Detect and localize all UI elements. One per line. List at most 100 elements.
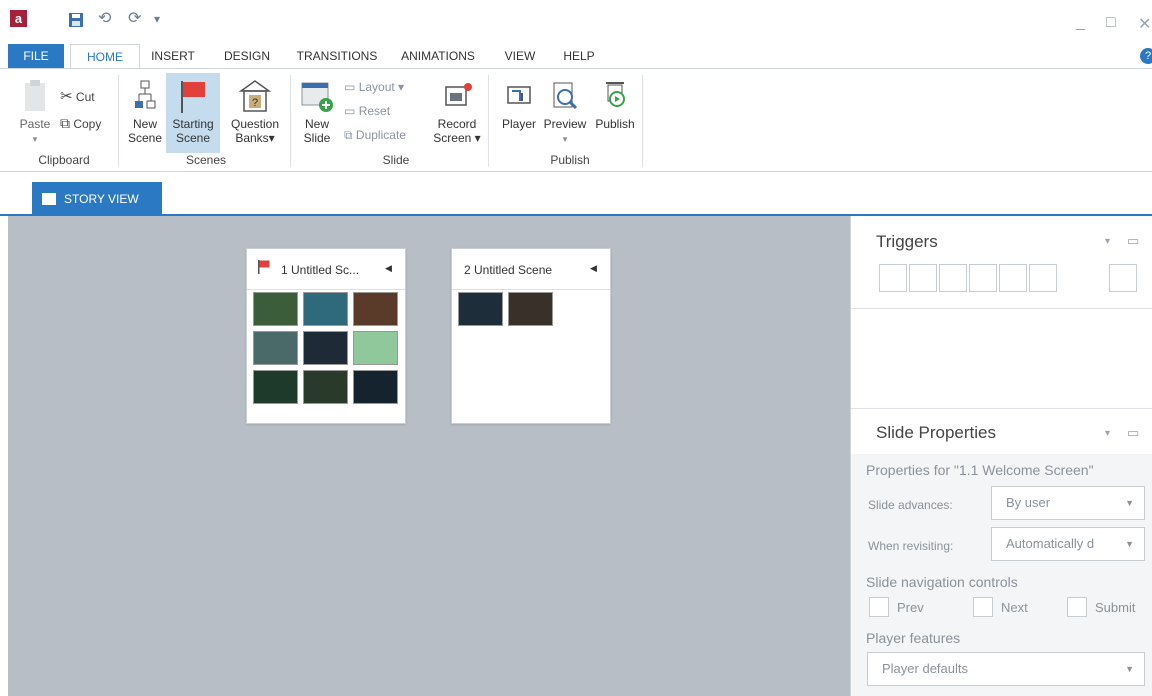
minimize-icon[interactable]: _ bbox=[1076, 14, 1085, 32]
scene-title[interactable]: 2 Untitled Scene bbox=[464, 263, 552, 277]
slide-thumbnail[interactable] bbox=[508, 292, 553, 326]
slide-advances-dropdown[interactable]: By user ▼ bbox=[991, 486, 1145, 520]
tab-home[interactable]: HOME bbox=[70, 44, 140, 68]
move-up-icon[interactable] bbox=[1029, 264, 1057, 292]
tab-help[interactable]: HELP bbox=[556, 44, 602, 68]
tab-animations[interactable]: ANIMATIONS bbox=[394, 44, 482, 68]
scene-card-2[interactable]: 2 Untitled Scene ◀ bbox=[451, 248, 611, 424]
story-view-label: STORY VIEW bbox=[64, 192, 139, 206]
duplicate-icon: ⧉ bbox=[344, 128, 353, 142]
when-revisiting-dropdown[interactable]: Automatically d ▼ bbox=[991, 527, 1145, 561]
slide-thumbnail[interactable] bbox=[253, 331, 298, 365]
tab-transitions[interactable]: TRANSITIONS bbox=[290, 44, 384, 68]
slide-thumbnail[interactable] bbox=[303, 292, 348, 326]
save-icon[interactable] bbox=[68, 12, 84, 28]
slide-thumbnail[interactable] bbox=[303, 370, 348, 404]
paste-button[interactable]: Paste ▾ bbox=[16, 79, 54, 146]
title-bar: a ⟲ ⟳ ▾ _ □ ✕ bbox=[0, 0, 1152, 44]
story-view-tab[interactable]: STORY VIEW bbox=[32, 182, 162, 216]
collapse-icon[interactable]: ◀ bbox=[590, 263, 597, 274]
preview-button[interactable]: Preview ▾ bbox=[542, 79, 588, 146]
slide-thumbnail[interactable] bbox=[353, 370, 398, 404]
variables-icon[interactable] bbox=[1109, 264, 1137, 292]
copy-label: Copy bbox=[73, 117, 102, 131]
preview-label: Preview bbox=[543, 117, 587, 131]
record-screen-icon bbox=[445, 83, 472, 106]
tab-design[interactable]: DESIGN bbox=[216, 44, 278, 68]
collapse-icon[interactable]: ◀ bbox=[385, 263, 392, 274]
duplicate-button[interactable]: ⧉ Duplicate bbox=[344, 125, 406, 145]
panel-menu-icon[interactable]: ▾ bbox=[1105, 428, 1110, 439]
paste-icon bbox=[25, 80, 45, 111]
panel-float-icon[interactable]: ▭ bbox=[1127, 233, 1139, 249]
customize-quick-access-icon[interactable]: ▾ bbox=[154, 12, 160, 26]
player-features-dropdown[interactable]: Player defaults ▼ bbox=[867, 652, 1145, 686]
scene-card-1[interactable]: 1 Untitled Sc... ◀ bbox=[246, 248, 406, 424]
edit-trigger-icon[interactable] bbox=[909, 264, 937, 292]
duplicate-label: Duplicate bbox=[355, 128, 406, 142]
player-features-value: Player defaults bbox=[882, 661, 968, 676]
slide-thumbnail[interactable] bbox=[458, 292, 503, 326]
reset-label: Reset bbox=[358, 104, 391, 118]
right-panel: Triggers ▾ ▭ Slide Properties ▾ ▭ Proper… bbox=[850, 216, 1152, 696]
slide-thumbnail[interactable] bbox=[253, 292, 298, 326]
chevron-down-icon: ▼ bbox=[1125, 539, 1134, 549]
reset-button[interactable]: ▭ Reset bbox=[344, 101, 390, 121]
svg-text:?: ? bbox=[252, 97, 258, 109]
publish-icon bbox=[606, 82, 625, 107]
prev-label: Prev bbox=[897, 600, 924, 615]
tab-view[interactable]: VIEW bbox=[496, 44, 544, 68]
new-slide-icon bbox=[301, 82, 333, 112]
player-button[interactable]: Player bbox=[498, 79, 540, 131]
record-screen-button[interactable]: Record Screen ▾ bbox=[428, 79, 486, 145]
new-trigger-icon[interactable] bbox=[879, 264, 907, 292]
ribbon: Paste ▾ ✂ Cut ⧉ Copy Clipboard New Scene S… bbox=[0, 68, 1152, 172]
slide-thumbnail[interactable] bbox=[303, 331, 348, 365]
publish-button[interactable]: Publish bbox=[592, 79, 638, 131]
panel-float-icon[interactable]: ▭ bbox=[1127, 425, 1139, 441]
tab-file[interactable]: FILE bbox=[8, 44, 64, 68]
help-icon[interactable]: ? bbox=[1140, 48, 1152, 64]
question-bank-icon: ? bbox=[238, 80, 272, 112]
starting-scene-label-2: Scene bbox=[175, 131, 211, 145]
new-slide-label-1: New bbox=[304, 117, 329, 131]
scene-title[interactable]: 1 Untitled Sc... bbox=[281, 263, 359, 277]
group-separator bbox=[642, 75, 643, 167]
question-banks-button[interactable]: ? Question Banks▾ bbox=[226, 79, 284, 145]
paste-trigger-icon[interactable] bbox=[969, 264, 997, 292]
layout-label: Layout ▾ bbox=[358, 80, 405, 94]
maximize-icon[interactable]: □ bbox=[1106, 14, 1116, 32]
tab-insert[interactable]: INSERT bbox=[142, 44, 204, 68]
when-revisiting-value: Automatically d bbox=[1006, 536, 1095, 551]
submit-checkbox[interactable] bbox=[1067, 597, 1087, 617]
story-canvas[interactable]: 1 Untitled Sc... ◀ 2 Untitled Scene ◀ bbox=[8, 216, 850, 696]
next-checkbox[interactable] bbox=[973, 597, 993, 617]
delete-trigger-icon[interactable] bbox=[999, 264, 1027, 292]
close-icon[interactable]: ✕ bbox=[1138, 14, 1151, 34]
redo-icon[interactable]: ⟳ bbox=[128, 8, 141, 28]
copy-trigger-icon[interactable] bbox=[939, 264, 967, 292]
new-scene-button[interactable]: New Scene bbox=[126, 79, 164, 145]
cut-button[interactable]: ✂ Cut bbox=[60, 87, 95, 107]
starting-scene-flag-icon bbox=[258, 260, 270, 274]
record-screen-label-2: Screen ▾ bbox=[433, 131, 481, 145]
undo-icon[interactable]: ⟲ bbox=[98, 8, 111, 28]
copy-button[interactable]: ⧉ Copy bbox=[60, 113, 101, 133]
player-features-label: Player features bbox=[866, 630, 961, 646]
layout-button[interactable]: ▭ Layout ▾ bbox=[344, 77, 404, 97]
flag-icon bbox=[181, 81, 205, 113]
slide-thumbnail[interactable] bbox=[353, 331, 398, 365]
slide-thumbnail[interactable] bbox=[253, 370, 298, 404]
layout-icon: ▭ bbox=[344, 80, 356, 94]
new-slide-button[interactable]: New Slide bbox=[298, 79, 336, 145]
panel-menu-icon[interactable]: ▾ bbox=[1105, 236, 1110, 247]
slide-properties-title: Slide Properties bbox=[876, 423, 997, 442]
starting-scene-button[interactable]: Starting Scene bbox=[166, 73, 220, 153]
prev-checkbox[interactable] bbox=[869, 597, 889, 617]
paste-label: Paste bbox=[19, 117, 51, 131]
group-label-clipboard: Clipboard bbox=[38, 153, 90, 167]
slide-thumbnail[interactable] bbox=[353, 292, 398, 326]
preview-icon bbox=[553, 82, 578, 110]
group-separator bbox=[118, 75, 119, 167]
new-scene-icon bbox=[135, 80, 156, 109]
